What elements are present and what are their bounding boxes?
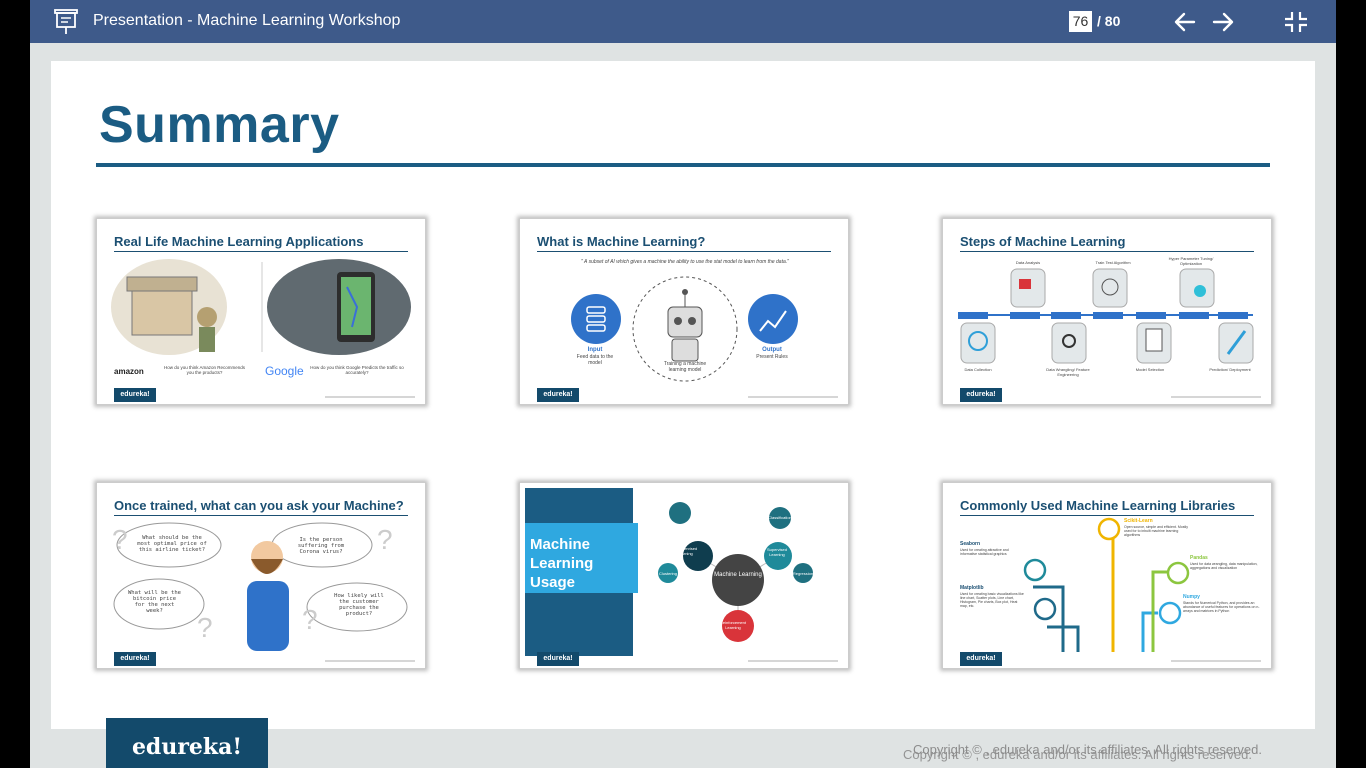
thumbnail-divider: [114, 251, 408, 252]
thumbnail-real-life-applications[interactable]: Real Life Machine Learning Applications …: [96, 218, 426, 405]
edureka-badge: edureka!: [537, 388, 579, 402]
node-unsupervised: Unsupervised Learning: [672, 546, 698, 556]
google-question: How do you think Google Predicts the tra…: [310, 365, 404, 375]
thumbnail-title: Commonly Used Machine Learning Libraries: [960, 498, 1236, 513]
slide: Summary Real Life Machine Learning Appli…: [51, 61, 1315, 729]
previous-slide-button[interactable]: [1173, 11, 1197, 33]
step-data-analysis: Data Analysis: [1015, 260, 1041, 265]
step-model-selection: Model Selection: [1135, 367, 1165, 372]
amazon-question: How do you think Amazon Recommends you t…: [163, 365, 246, 375]
svg-text:?: ?: [302, 604, 318, 635]
ml-steps-diagram: [958, 268, 1254, 364]
copyright-line: [748, 396, 838, 398]
toolbar: Presentation - Machine Learning Workshop…: [30, 0, 1336, 43]
thumbnail-title: Once trained, what can you ask your Mach…: [114, 498, 404, 513]
thumbnail-what-is-ml[interactable]: What is Machine Learning? " A subset of …: [519, 218, 849, 405]
node-machine-learning: Machine Learning: [714, 572, 762, 578]
presentation-title: Presentation - Machine Learning Workshop: [93, 12, 401, 29]
thumbnail-ml-libraries[interactable]: Commonly Used Machine Learning Libraries…: [942, 482, 1272, 669]
lib-pandas-desc: Used for data wrangling, data manipulati…: [1190, 562, 1258, 570]
ml-usage-title: Machine Learning Usage: [530, 536, 594, 591]
lib-scikit-learn-desc: Open source, simple and efficient. Mostl…: [1124, 525, 1188, 537]
thumbnail-ask-your-machine[interactable]: Once trained, what can you ask your Mach…: [96, 482, 426, 669]
total-pages: / 80: [1097, 13, 1121, 29]
node-supervised: Supervised Learning: [766, 547, 787, 557]
step-hyper-tuning: Hyper Parameter Tuning/ Optimization: [1168, 256, 1214, 266]
thumbnail-divider: [537, 251, 831, 252]
svg-text:?: ?: [197, 612, 213, 643]
question-bitcoin: What will be the bitcoin price for the n…: [128, 590, 181, 614]
edureka-badge: edureka!: [960, 388, 1002, 402]
edureka-badge: edureka!: [960, 652, 1002, 666]
amazon-logo: amazon: [114, 367, 144, 376]
lib-matplotlib: Matplotlib: [960, 585, 984, 591]
step-prediction: Prediction/ Deployment: [1209, 367, 1251, 372]
thumbnail-divider: [960, 251, 1254, 252]
lib-numpy-desc: Stands for Numerical Python, and provide…: [1183, 601, 1260, 613]
step-train-test: Train Test Algorithm: [1095, 260, 1131, 265]
edureka-badge: edureka!: [114, 388, 156, 402]
copyright-line: [325, 660, 415, 662]
copyright-text-overlay: Copyright © , edureka and/or its affilia…: [903, 747, 1252, 762]
arrow-right-icon: [1212, 12, 1234, 32]
copyright-line: [1171, 660, 1261, 662]
copyright-line: [1171, 396, 1261, 398]
arrow-left-icon: [1174, 12, 1196, 32]
google-logo: Google: [265, 364, 304, 378]
question-airline: What should be the most optimal price of…: [137, 535, 207, 553]
title-divider: [96, 163, 1270, 167]
node-classification: Classification: [768, 515, 792, 520]
lib-matplotlib-desc: Used for creating basic visualizations l…: [960, 592, 1024, 608]
thumbnail-title: What is Machine Learning?: [537, 234, 706, 249]
step-data-wrangling: Data Wrangling/ Feature Engineering: [1046, 367, 1090, 377]
thumbnail-divider: [960, 515, 1254, 516]
question-purchase: How likely will the customer purchase th…: [334, 593, 384, 617]
output-label: Output: [762, 347, 782, 353]
exit-fullscreen-icon: [1285, 12, 1307, 32]
input-label: Input: [587, 347, 603, 353]
lib-numpy: Numpy: [1183, 594, 1200, 600]
edureka-badge: edureka!: [114, 652, 156, 666]
copyright-line: [748, 660, 838, 662]
slide-title: Summary: [99, 96, 340, 154]
lib-scikit-learn: Scikit-Learn: [1124, 518, 1153, 524]
presentation-icon: [54, 9, 78, 35]
lib-seaborn: Seaborn: [960, 541, 981, 547]
edureka-logo: edureka!: [106, 718, 268, 768]
copyright-line: [325, 396, 415, 398]
edureka-badge: edureka!: [537, 652, 579, 666]
lib-pandas: Pandas: [1190, 555, 1208, 561]
node-reinforcement: Reinforcement Learning: [719, 620, 746, 630]
thumbnail-ml-usage[interactable]: Machine Learning Usage Unsupervised Lear…: [519, 482, 849, 669]
exit-fullscreen-button[interactable]: [1284, 11, 1308, 33]
ml-applications-illustration: [111, 259, 411, 355]
lib-seaborn-desc: Used for creating attractive and informa…: [960, 548, 1009, 556]
presentation-viewer: Presentation - Machine Learning Workshop…: [30, 0, 1336, 768]
thumbnail-divider: [114, 515, 408, 516]
ml-definition: " A subset of AI which gives a machine t…: [581, 259, 789, 265]
current-page-input[interactable]: 76: [1069, 11, 1092, 32]
thumbnail-title: Steps of Machine Learning: [960, 234, 1126, 249]
ml-libraries-tree: [1023, 517, 1190, 652]
thumbnail-steps-of-ml[interactable]: Steps of Machine Learning Data Analysis …: [942, 218, 1272, 405]
training-caption: Training a machine learning model: [663, 361, 707, 373]
node-clustering: Clustering: [658, 571, 677, 576]
input-caption: Feed data to the model: [576, 354, 614, 366]
node-regression: Regression: [792, 571, 814, 576]
svg-text:?: ?: [377, 524, 393, 555]
next-slide-button[interactable]: [1211, 11, 1235, 33]
question-corona: Is the person suffering from Corona viru…: [297, 537, 345, 555]
thumbnail-title: Real Life Machine Learning Applications: [114, 234, 364, 249]
step-data-collection: Data Collection: [964, 367, 992, 372]
svg-text:?: ?: [112, 524, 128, 555]
output-caption: Present Rules: [756, 354, 788, 360]
